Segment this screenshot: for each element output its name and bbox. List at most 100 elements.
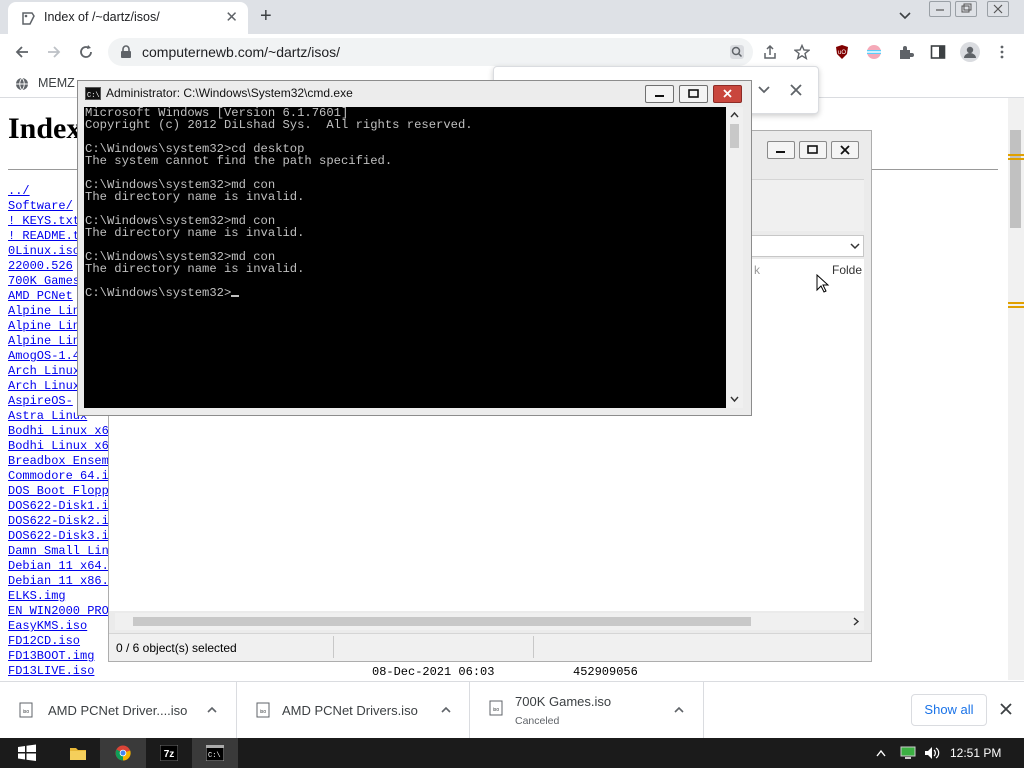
- close-browser-button[interactable]: [987, 1, 1009, 17]
- file-link[interactable]: Debian 11 x86.: [8, 574, 109, 589]
- download-item[interactable]: iso AMD PCNet Driver....iso: [0, 682, 237, 738]
- bookmark-star-icon[interactable]: [794, 44, 810, 60]
- tab-strip: Index of /~dartz/isos/ ✕ +: [0, 0, 1024, 34]
- download-name: 700K Games.iso: [515, 694, 612, 709]
- cmd-window[interactable]: C:\ Administrator: C:\Windows\System32\c…: [77, 80, 752, 416]
- file-link[interactable]: Bodhi Linux x6: [8, 424, 109, 439]
- cmd-icon: C:\: [206, 745, 224, 761]
- taskbar-file-explorer[interactable]: [54, 738, 100, 768]
- chevron-up-icon[interactable]: [673, 704, 685, 716]
- more-menu-icon[interactable]: [994, 44, 1010, 60]
- address-bar[interactable]: computernewb.com/~dartz/isos/: [108, 38, 753, 66]
- close-shelf-icon[interactable]: [998, 701, 1014, 717]
- taskbar-7zip[interactable]: 7z: [146, 738, 192, 768]
- tray-overflow-icon[interactable]: [876, 749, 886, 757]
- svg-text:iso: iso: [260, 709, 267, 715]
- console-line-text: C:\Windows\system32>: [85, 286, 232, 300]
- tab-close-icon[interactable]: ✕: [225, 8, 238, 26]
- file-link[interactable]: DOS622-Disk2.i: [8, 514, 109, 529]
- minimize-browser-button[interactable]: [929, 1, 951, 17]
- scroll-up-arrow-icon[interactable]: [730, 111, 739, 119]
- taskbar-clock[interactable]: 12:51 PM: [950, 746, 1001, 760]
- console-line-text: Copyright (c) 2012 DiLshad Sys. All righ…: [85, 118, 473, 132]
- file-link[interactable]: FD12CD.iso: [8, 634, 109, 649]
- page-scroll-thumb[interactable]: [1010, 130, 1021, 228]
- globe-icon: [16, 77, 28, 91]
- svg-text:7z: 7z: [164, 749, 175, 760]
- file-link[interactable]: Damn Small Lin: [8, 544, 109, 559]
- explorer-close-button[interactable]: [831, 141, 859, 159]
- ublock-origin-icon[interactable]: uO: [834, 44, 850, 60]
- tab-search-icon[interactable]: [897, 7, 913, 23]
- explorer-scroll-thumb[interactable]: [133, 617, 751, 626]
- column-folder-header[interactable]: Folde: [832, 263, 862, 277]
- download-name: AMD PCNet Driver....iso: [48, 703, 188, 718]
- page-title: Index: [8, 112, 82, 145]
- back-arrow-icon[interactable]: [14, 44, 30, 60]
- chevron-up-icon[interactable]: [206, 704, 218, 716]
- file-link[interactable]: ELKS.img: [8, 589, 109, 604]
- chevron-up-icon[interactable]: [440, 704, 452, 716]
- file-explorer-icon: [70, 748, 86, 760]
- side-panel-icon[interactable]: [930, 44, 946, 60]
- lock-icon[interactable]: [120, 45, 132, 59]
- scroll-right-arrow-icon[interactable]: [852, 617, 860, 626]
- extensions-puzzle-icon[interactable]: [898, 44, 914, 60]
- share-icon[interactable]: [762, 44, 778, 60]
- find-match-marker: [1008, 158, 1024, 160]
- start-button[interactable]: [3, 738, 49, 768]
- page-scrollbar[interactable]: [1008, 98, 1024, 680]
- file-link[interactable]: DOS622-Disk1.i: [8, 499, 109, 514]
- explorer-horizontal-scrollbar[interactable]: [115, 613, 864, 630]
- network-icon[interactable]: [900, 746, 916, 760]
- zoom-search-icon[interactable]: [729, 44, 745, 60]
- reload-icon[interactable]: [78, 44, 94, 60]
- cmd-scroll-thumb[interactable]: [730, 124, 739, 148]
- forward-arrow-icon[interactable]: [46, 44, 62, 60]
- tab-title: Index of /~dartz/isos/: [44, 10, 160, 24]
- taskbar-cmd[interactable]: C:\: [192, 738, 238, 768]
- iso-file-icon: iso: [489, 700, 503, 716]
- svg-text:C:\: C:\: [208, 752, 221, 760]
- file-link[interactable]: DOS Boot Flopp: [8, 484, 109, 499]
- cmd-console-output[interactable]: Microsoft Windows [Version 6.1.7601] Copy…: [84, 107, 726, 408]
- show-all-button[interactable]: Show all: [911, 694, 987, 726]
- download-item[interactable]: iso 700K Games.iso Canceled: [470, 682, 704, 738]
- bookmark-memz[interactable]: MEMZ: [38, 76, 75, 90]
- taskbar-chrome[interactable]: [100, 738, 146, 768]
- file-link[interactable]: FD13LIVE.iso: [8, 664, 109, 679]
- profile-avatar-icon[interactable]: [960, 42, 980, 62]
- explorer-minimize-button[interactable]: [767, 141, 795, 159]
- download-item[interactable]: iso AMD PCNet Drivers.iso: [237, 682, 470, 738]
- iso-file-icon: iso: [19, 702, 33, 718]
- volume-icon[interactable]: [924, 746, 940, 760]
- file-link[interactable]: Breadbox Ensem: [8, 454, 109, 469]
- file-link[interactable]: EasyKMS.iso: [8, 619, 109, 634]
- new-tab-button[interactable]: +: [260, 5, 272, 28]
- pride-extension-icon[interactable]: [866, 44, 882, 60]
- find-close-icon[interactable]: [789, 83, 803, 97]
- restore-browser-button[interactable]: [955, 1, 977, 17]
- explorer-maximize-button[interactable]: [799, 141, 827, 159]
- scroll-down-arrow-icon[interactable]: [730, 395, 739, 403]
- explorer-address-dropdown[interactable]: [751, 235, 864, 257]
- download-shelf: iso AMD PCNet Driver....iso iso AMD PCNe…: [0, 681, 1024, 738]
- cmd-minimize-button[interactable]: [645, 85, 674, 103]
- file-link[interactable]: Debian 11 x64.: [8, 559, 109, 574]
- cmd-vertical-scrollbar[interactable]: [726, 107, 743, 408]
- browser-tab[interactable]: Index of /~dartz/isos/ ✕: [8, 2, 248, 34]
- cmd-window-title: Administrator: C:\Windows\System32\cmd.e…: [106, 86, 353, 100]
- file-link[interactable]: FD13BOOT.img: [8, 649, 109, 664]
- cmd-close-button[interactable]: [713, 85, 742, 103]
- find-next-chevron-icon[interactable]: [757, 83, 771, 97]
- svg-text:C:\: C:\: [87, 92, 100, 100]
- cmd-maximize-button[interactable]: [679, 85, 708, 103]
- file-link[interactable]: Bodhi Linux x6: [8, 439, 109, 454]
- status-divider: [333, 636, 334, 658]
- 7zip-icon: 7z: [160, 745, 178, 761]
- status-divider: [533, 636, 534, 658]
- file-link[interactable]: Commodore 64.i: [8, 469, 109, 484]
- file-link[interactable]: DOS622-Disk3.i: [8, 529, 109, 544]
- file-link[interactable]: EN WIN2000 PRO: [8, 604, 109, 619]
- file-size: 452909056: [573, 665, 638, 679]
